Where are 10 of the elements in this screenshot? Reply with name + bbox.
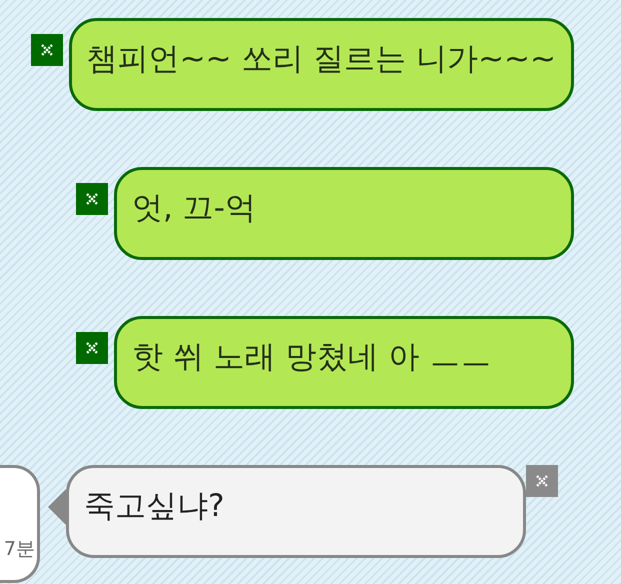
message-bubble: 죽고싶냐? [66, 465, 526, 558]
message-time: 7분 [4, 537, 35, 562]
close-icon[interactable] [76, 332, 108, 364]
bubble-tail [48, 489, 66, 525]
close-icon[interactable] [76, 183, 108, 215]
message-bubble: 엇, 끄-억 [114, 167, 574, 260]
close-icon[interactable] [526, 465, 558, 497]
message-bubble: 핫 쒸 노래 망쳤네 아 ㅡㅡ [114, 316, 574, 409]
close-icon[interactable] [30, 34, 63, 66]
message-bubble: 챔피언~~ 쏘리 질르는 니가~~~ [68, 18, 574, 111]
